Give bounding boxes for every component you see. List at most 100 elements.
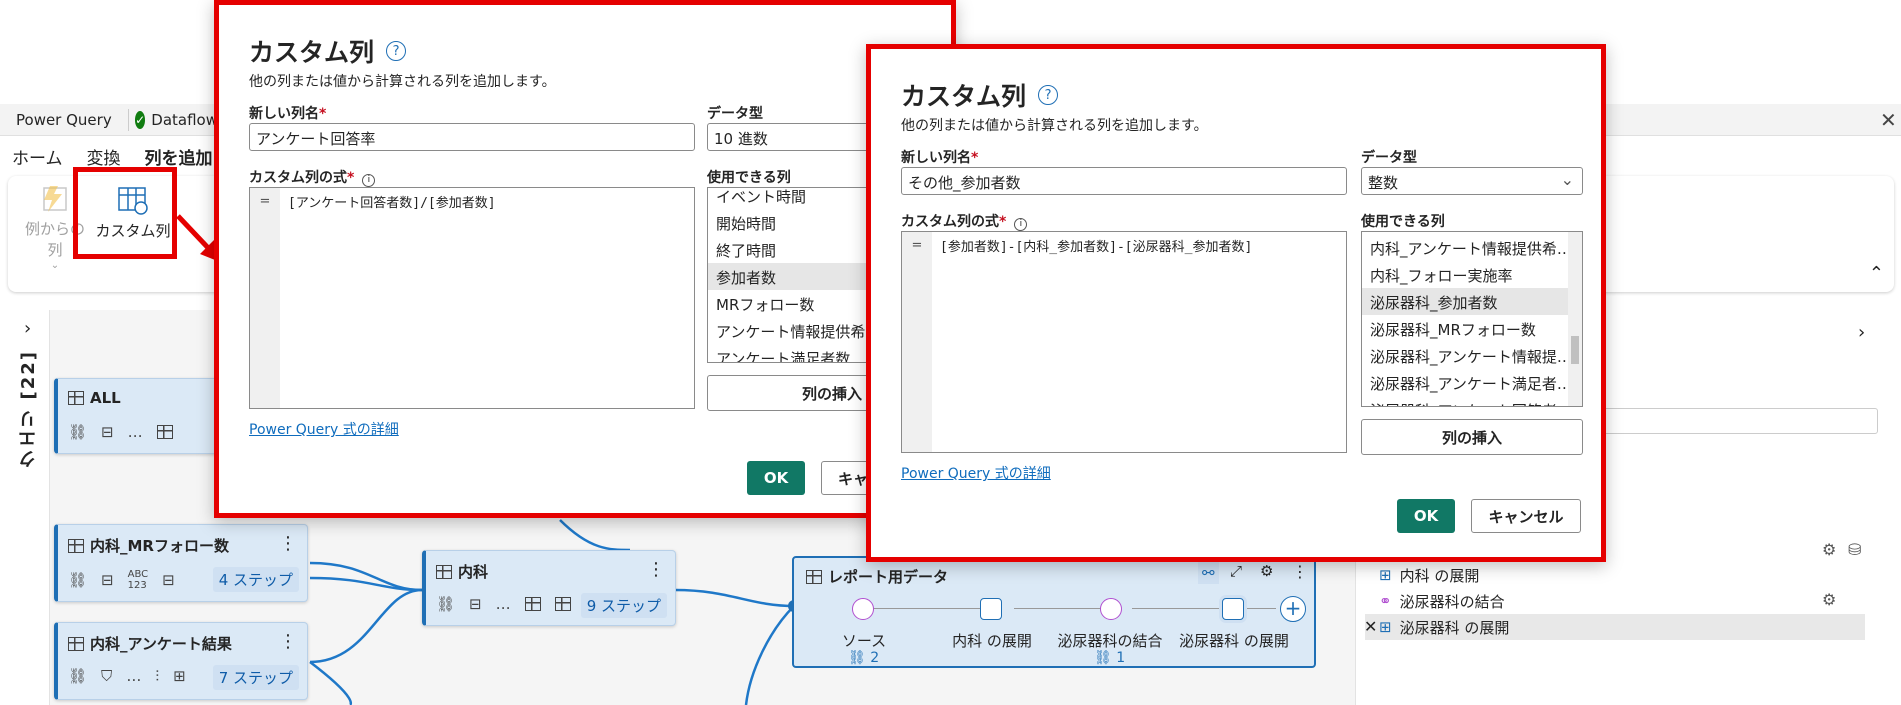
query-name: 内科 <box>458 563 489 581</box>
column-item[interactable]: 内科_アンケート情報提供希… <box>1362 234 1568 261</box>
tab-home[interactable]: ホーム <box>0 138 75 169</box>
query-card-report-data[interactable]: レポート用データ ⚯ ⤢ ⚙ ⋮ + ソース 内科 の展開 泌尿器科の結合 泌尿… <box>792 556 1316 668</box>
applied-step-expand-naika[interactable]: ⊞ 内科 の展開 <box>1365 562 1865 588</box>
step-count[interactable]: 7 ステップ <box>212 665 299 690</box>
applied-step-label: 泌尿器科の結合 <box>1399 592 1505 611</box>
column-item[interactable]: 泌尿器科_アンケート満足者… <box>1362 369 1568 396</box>
ok-button[interactable]: OK <box>1397 499 1455 533</box>
screen: Power Query ✓ Dataflow ✕ ホーム 変換 列を追加し 例か… <box>0 0 1901 705</box>
columns-scrollbar[interactable] <box>1568 232 1582 406</box>
help-icon[interactable]: ? <box>1038 85 1059 105</box>
choose-columns-icon: ⊟ <box>101 571 114 589</box>
scroll-thumb[interactable] <box>1571 336 1579 364</box>
step-expand-naika[interactable]: 内科 の展開 <box>932 630 1052 651</box>
dialog-title: カスタム列 <box>249 38 375 67</box>
delete-step-icon[interactable]: ✕ <box>1364 617 1377 636</box>
formula-gutter: = <box>902 232 932 452</box>
gear-icon[interactable]: ⚙ <box>1822 590 1836 609</box>
new-column-name-input[interactable]: アンケート回答率 <box>249 123 695 151</box>
expand-queries-icon[interactable]: › <box>24 318 31 339</box>
more-options-icon[interactable]: ⋮ <box>279 533 297 554</box>
settings-input[interactable] <box>1590 408 1878 434</box>
step-count[interactable]: 9 ステップ <box>580 593 667 618</box>
add-step-button[interactable]: + <box>1280 596 1306 622</box>
choose-columns-icon: ⊟ <box>469 595 482 613</box>
query-card-all[interactable]: ALL ⛓ ⊟ … <box>54 378 224 454</box>
close-icon[interactable]: ✕ <box>1880 108 1897 132</box>
expand-icon[interactable]: ⤢ <box>1230 562 1242 580</box>
table-icon <box>68 636 84 651</box>
power-query-help-link[interactable]: Power Query 式の詳細 <box>901 463 1051 483</box>
available-columns-label: 使用できる列 <box>707 170 791 186</box>
applied-step-expand-urology[interactable]: ⊞ 泌尿器科 の展開 <box>1365 614 1865 640</box>
query-card-naika[interactable]: 内科 ⋮ ⛓ ⊟ … 9 ステップ <box>422 550 676 626</box>
link-icon: ⛓ <box>68 667 88 685</box>
data-type-select[interactable]: 整数 ⌄ <box>1361 167 1583 195</box>
formula-editor[interactable]: = [参加者数]-[内科_参加者数]-[泌尿器科_参加者数] <box>901 231 1347 453</box>
insert-column-button[interactable]: 列の挿入 <box>1361 419 1583 455</box>
formula-text: [参加者数]-[内科_参加者数]-[泌尿器科_参加者数] <box>940 240 1253 255</box>
formula-gutter: = <box>250 188 280 408</box>
table-icon <box>524 597 541 611</box>
dataflow-tab[interactable]: ✓ Dataflow <box>128 109 218 131</box>
step-source[interactable]: ソース <box>804 630 924 651</box>
new-column-label: 新しい列名 <box>901 150 971 166</box>
data-type-label: データ型 <box>1361 150 1417 166</box>
queries-label: クエリ [22] <box>18 350 39 468</box>
tab-transform[interactable]: 変換 <box>75 138 133 169</box>
column-item[interactable]: 泌尿器科_アンケート情報提… <box>1362 342 1568 369</box>
chevron-down-icon: ⌄ <box>1560 170 1574 189</box>
cancel-button[interactable]: キャンセル <box>1471 499 1581 533</box>
remove-columns-icon: ⫶ <box>155 667 160 685</box>
new-column-label: 新しい列名 <box>249 106 319 122</box>
choose-columns-icon: ⊟ <box>162 571 175 589</box>
more-options-icon[interactable]: ⋮ <box>1292 562 1308 581</box>
formula-editor[interactable]: = [アンケート回答者数]/[参加者数] <box>249 187 695 409</box>
more-steps-icon: … <box>126 667 142 685</box>
power-query-help-link[interactable]: Power Query 式の詳細 <box>249 419 399 439</box>
expand-column-icon: ⊞ <box>1379 566 1392 584</box>
info-icon[interactable]: i <box>1014 218 1028 231</box>
column-item[interactable]: 泌尿器科_MRフォロー数 <box>1362 315 1568 342</box>
more-options-icon[interactable]: ⋮ <box>279 631 297 652</box>
info-icon[interactable]: i <box>362 174 376 187</box>
query-card-naika-survey[interactable]: 内科_アンケート結果 ⋮ ⛓ ⛉ … ⫶ ⊞ 7 ステップ <box>54 622 308 700</box>
help-icon[interactable]: ? <box>386 41 407 61</box>
applied-step-merge-urology[interactable]: ⚭ 泌尿器科の結合 <box>1365 588 1865 614</box>
expand-settings-icon[interactable]: › <box>1858 322 1865 343</box>
app-title: Power Query <box>16 111 112 129</box>
table-icon <box>554 597 571 611</box>
data-type-value: 整数 <box>1368 174 1399 192</box>
available-columns-list[interactable]: 内科_アンケート情報提供希… 内科_フォロー実施率 泌尿器科_参加者数 泌尿器科… <box>1361 231 1583 407</box>
expand-column-icon[interactable] <box>980 598 1002 620</box>
more-steps-icon: … <box>127 423 143 441</box>
table-icon <box>156 425 173 439</box>
query-name: ALL <box>90 389 121 407</box>
link-icon: ⛓ <box>1094 650 1112 666</box>
merge-icon[interactable] <box>852 598 874 620</box>
collapse-ribbon-icon[interactable]: ⌃ <box>1869 263 1884 284</box>
gear-icon[interactable]: ⚙ <box>1822 540 1836 559</box>
ok-button[interactable]: OK <box>747 461 805 495</box>
more-options-icon[interactable]: ⋮ <box>647 559 665 580</box>
merge-icon[interactable] <box>1100 598 1122 620</box>
step-expand-urology[interactable]: 泌尿器科 の展開 <box>1174 630 1294 651</box>
source-count: 2 <box>870 650 880 666</box>
column-item[interactable]: 内科_フォロー実施率 <box>1362 261 1568 288</box>
step-count[interactable]: 4 ステップ <box>212 567 299 592</box>
link-icon: ⛓ <box>68 571 88 589</box>
dataflow-label: Dataflow <box>151 111 218 129</box>
step-merge-urology[interactable]: 泌尿器科の結合 <box>1050 630 1170 651</box>
data-type-icon: ABC 123 <box>127 569 149 591</box>
column-item[interactable]: 泌尿器科_アンケート回答者… <box>1362 396 1568 406</box>
column-item[interactable]: 泌尿器科_参加者数 <box>1362 288 1568 315</box>
filter-icon: ⛉ <box>101 667 113 685</box>
dialog-subtitle: 他の列または値から計算される列を追加します。 <box>249 74 556 90</box>
new-column-name-input[interactable]: その他_参加者数 <box>901 167 1347 195</box>
expand-column-icon[interactable] <box>1222 598 1244 620</box>
query-card-naika-mr[interactable]: 内科_MRフォロー数 ⋮ ⛓ ⊟ ABC 123 ⊟ 4 ステップ <box>54 524 308 602</box>
step-info-icon[interactable]: ⛁ <box>1848 540 1861 559</box>
dialog-title: カスタム列 <box>901 82 1027 111</box>
table-settings-icon[interactable]: ⚙ <box>1260 562 1273 580</box>
share-icon[interactable]: ⚯ <box>1198 562 1219 584</box>
